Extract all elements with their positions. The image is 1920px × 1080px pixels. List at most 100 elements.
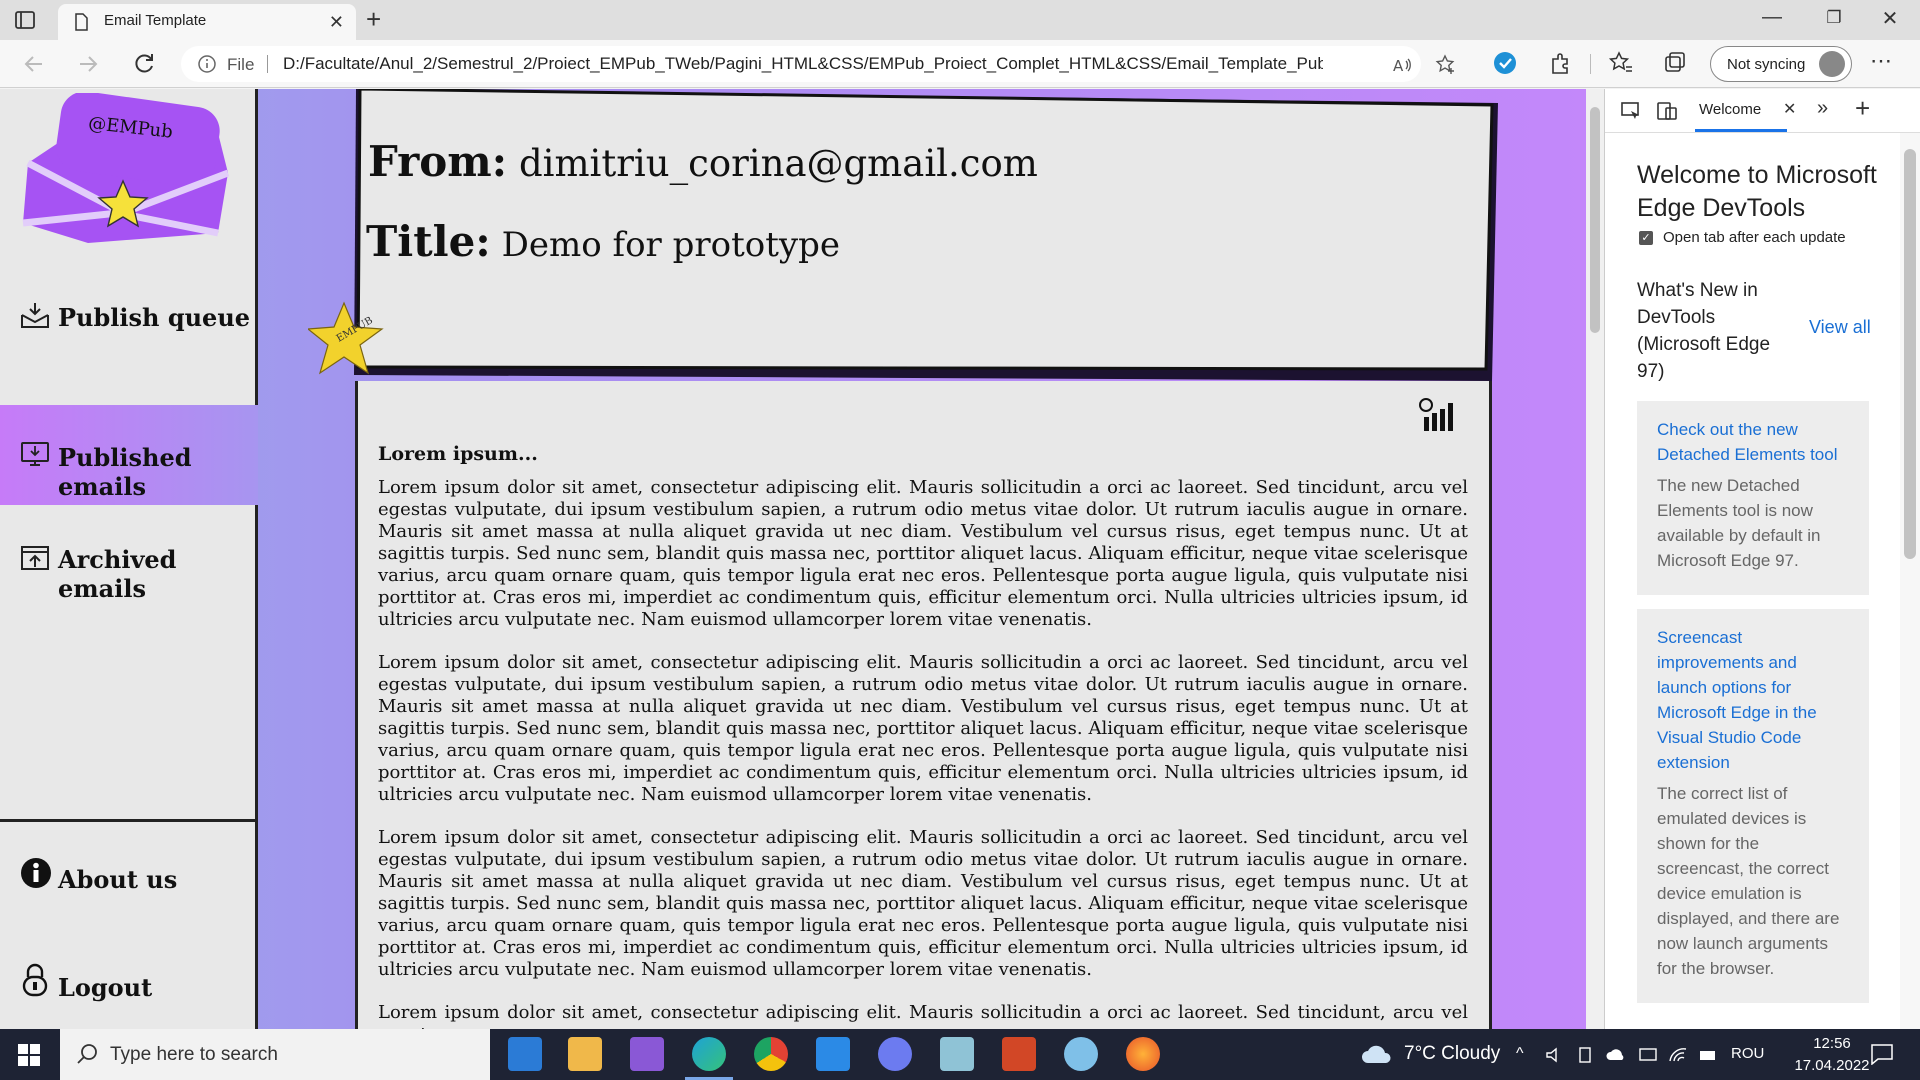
sidebar-item-archived-emails[interactable]: Archived emails [0, 507, 258, 607]
sidebar-item-publish-queue[interactable]: Publish queue [0, 265, 258, 365]
clock-date[interactable]: 17.04.2022 [1792, 1057, 1872, 1074]
notes-icon[interactable] [940, 1037, 974, 1071]
email-from: From: dimitriu_corina@gmail.com [368, 137, 1038, 186]
speaker-icon[interactable] [1544, 1045, 1564, 1065]
profile-avatar [1819, 51, 1845, 77]
news-card: Screencast improvements and launch optio… [1637, 609, 1869, 1003]
device-emulation-icon[interactable] [1655, 99, 1679, 123]
info-icon [21, 858, 51, 888]
browser-tab[interactable]: Email Template ✕ [58, 4, 356, 40]
devtools-toolbar: Welcome ✕ » + [1605, 89, 1920, 133]
forward-icon[interactable] [74, 50, 102, 78]
favorites-icon[interactable] [1608, 50, 1634, 76]
add-favorite-icon[interactable] [1435, 54, 1457, 76]
chrome-icon[interactable] [754, 1037, 788, 1071]
edge-icon[interactable] [692, 1037, 726, 1071]
tab-actions-icon[interactable] [14, 9, 36, 31]
sidebar-item-label: Archived emails [58, 545, 177, 603]
input-language[interactable]: ROU [1731, 1045, 1764, 1062]
new-tab-icon[interactable]: + [366, 4, 381, 35]
browser-tab-bar: Email Template ✕ + — ❐ ✕ [0, 0, 1920, 40]
news-card-link[interactable]: Check out the new Detached Elements tool [1657, 417, 1849, 467]
svg-text:A: A [1393, 57, 1404, 75]
stats-icon[interactable] [1418, 397, 1458, 433]
url-text[interactable]: D:/Facultate/Anul_2/Semestrul_2/Proiect_… [283, 54, 1323, 74]
extension-shield-icon[interactable] [1492, 50, 1518, 76]
monitor-down-icon [21, 442, 49, 466]
chevron-up-icon[interactable]: ^ [1516, 1045, 1536, 1065]
email-heading: Lorem ipsum... [378, 443, 538, 465]
devtools-panel: Welcome ✕ » + Welcome to Microsoft Edge … [1604, 89, 1920, 1029]
sidebar-item-label: About us [58, 865, 178, 894]
toolbar-divider [1590, 54, 1591, 74]
paint-icon[interactable] [1064, 1037, 1098, 1071]
sidebar-item-logout[interactable]: Logout [0, 935, 258, 1029]
collections-icon[interactable] [1662, 50, 1688, 76]
more-tabs-icon[interactable]: » [1817, 97, 1828, 120]
refresh-icon[interactable] [130, 50, 158, 78]
minimize-icon[interactable]: — [1752, 6, 1792, 29]
clock-time[interactable]: 12:56 [1792, 1035, 1872, 1052]
address-bar[interactable]: File D:/Facultate/Anul_2/Semestrul_2/Pro… [181, 46, 1455, 82]
vscode-icon[interactable] [816, 1037, 850, 1071]
close-icon[interactable]: ✕ [1783, 99, 1796, 119]
empub-logo: @EMPub [22, 93, 230, 243]
windows-start-icon[interactable] [18, 1044, 40, 1066]
onedrive-icon[interactable] [1606, 1045, 1626, 1065]
scrollbar-thumb[interactable] [1904, 149, 1916, 559]
title-value: Demo for prototype [501, 225, 840, 265]
checkbox-label: Open tab after each update [1663, 229, 1846, 246]
firefox-icon[interactable] [1126, 1037, 1160, 1071]
tab-welcome[interactable]: Welcome [1699, 101, 1761, 118]
mail-icon[interactable] [508, 1037, 542, 1071]
back-icon[interactable] [20, 50, 48, 78]
device-icon[interactable] [1576, 1045, 1596, 1065]
news-card-desc: The new Detached Elements tool is now av… [1657, 476, 1821, 570]
notifications-icon[interactable] [1870, 1043, 1894, 1065]
whats-new-title: What's New in DevTools (Microsoft Edge 9… [1637, 280, 1771, 382]
file-explorer-icon[interactable] [568, 1037, 602, 1071]
news-card-link[interactable]: Screencast improvements and launch optio… [1657, 625, 1849, 775]
welcome-heading: Welcome to Microsoft Edge DevTools [1637, 161, 1877, 222]
sidebar-item-label: Logout [58, 973, 153, 1002]
search-placeholder: Type here to search [110, 1044, 278, 1065]
email-paragraph: Lorem ipsum dolor sit amet, consectetur … [378, 652, 1468, 805]
read-aloud-icon[interactable]: A [1391, 54, 1413, 76]
weather-text[interactable]: 7°C Cloudy [1404, 1043, 1500, 1065]
email-paragraph: Lorem ipsum dolor sit amet, consectetur … [378, 827, 1468, 980]
inspect-icon[interactable] [1619, 99, 1643, 123]
whats-new-section: What's New in DevTools (Microsoft Edge 9… [1637, 277, 1887, 387]
page-scrollbar[interactable] [1586, 89, 1604, 1029]
scrollbar-thumb[interactable] [1590, 107, 1600, 333]
powerpoint-icon[interactable] [1002, 1037, 1036, 1071]
checkbox-checked-icon[interactable]: ✓ [1639, 231, 1653, 245]
wifi-icon[interactable] [1668, 1045, 1688, 1065]
add-tab-icon[interactable]: + [1855, 93, 1870, 124]
web-page: @EMPub Publish queue Published emails Ar… [0, 89, 1586, 1029]
restore-icon[interactable]: ❐ [1814, 8, 1854, 28]
sync-button[interactable]: Not syncing [1710, 46, 1852, 82]
lock-icon [22, 963, 48, 997]
battery-icon[interactable] [1698, 1045, 1718, 1065]
devtools-scrollbar[interactable] [1900, 133, 1920, 1029]
sync-label: Not syncing [1727, 56, 1806, 73]
news-card: Check out the new Detached Elements tool… [1637, 401, 1869, 595]
close-window-icon[interactable]: ✕ [1870, 6, 1910, 31]
discord-icon[interactable] [878, 1037, 912, 1071]
info-icon[interactable] [197, 54, 217, 74]
from-label: From: [368, 137, 508, 186]
sidebar-item-published-emails[interactable]: Published emails [0, 405, 258, 505]
taskbar-search[interactable]: Type here to search [60, 1029, 490, 1080]
document-icon [75, 13, 88, 31]
sidebar-item-about-us[interactable]: About us [0, 827, 258, 927]
visual-studio-icon[interactable] [630, 1037, 664, 1071]
close-tab-icon[interactable]: ✕ [329, 12, 344, 33]
view-all-link[interactable]: View all [1809, 317, 1871, 338]
more-options-icon[interactable]: ⋯ [1870, 48, 1892, 74]
sidebar-divider [0, 819, 258, 822]
tab-title: Email Template [104, 12, 207, 29]
open-tab-checkbox[interactable]: ✓ Open tab after each update [1637, 229, 1887, 251]
active-tab-indicator [1695, 129, 1787, 132]
extensions-icon[interactable] [1548, 50, 1574, 76]
monitor-icon[interactable] [1638, 1045, 1658, 1065]
